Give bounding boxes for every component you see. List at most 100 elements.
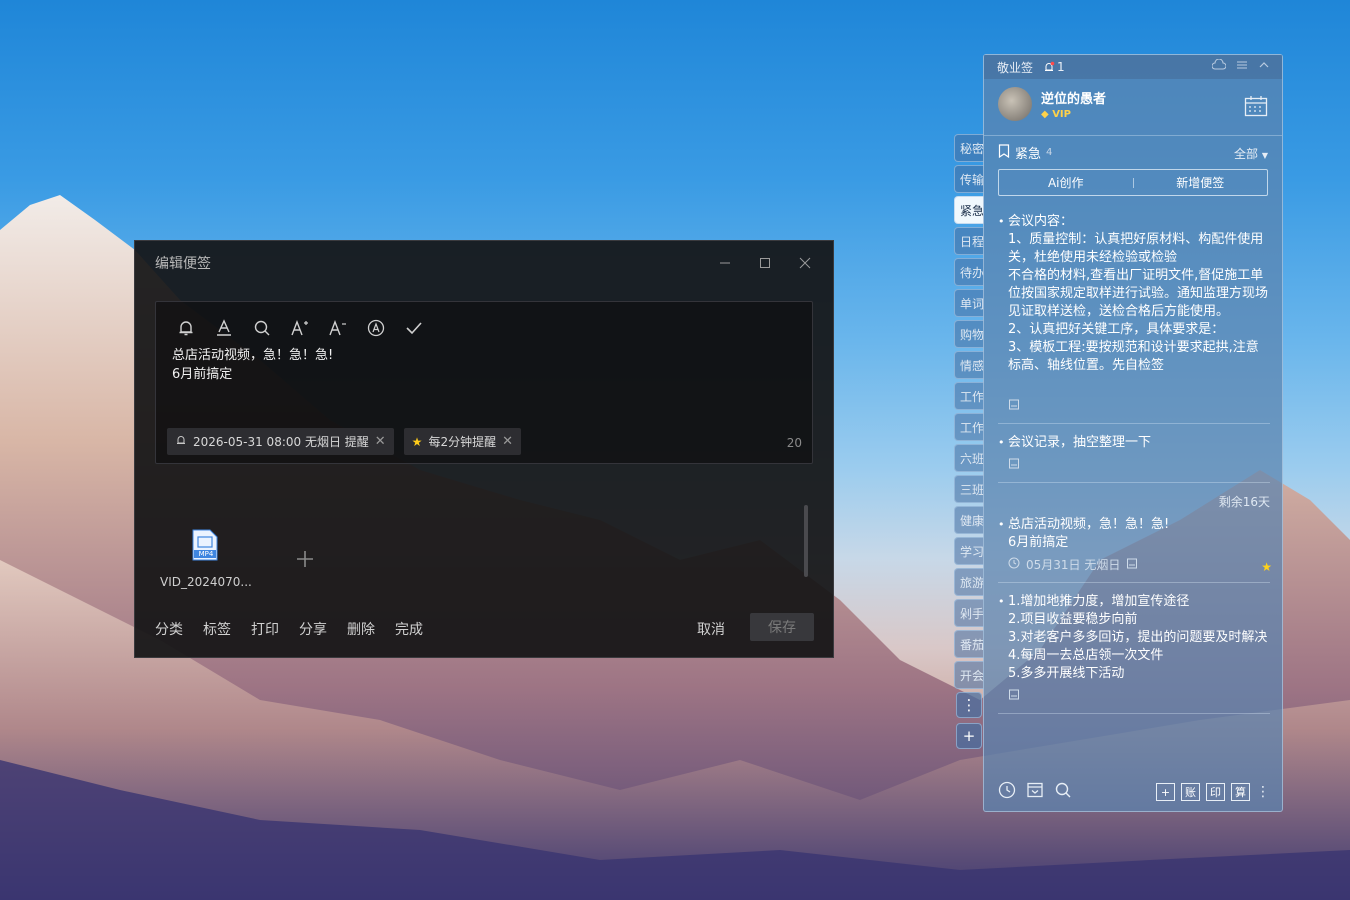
category-tab-health[interactable]: 健康 [954, 506, 984, 534]
list-item[interactable]: 会议记录，抽空整理一下 [998, 434, 1270, 474]
category-tab-tomato[interactable]: 番茄 [954, 630, 984, 658]
category-tab-transfer[interactable]: 传输 [954, 165, 984, 193]
list-item[interactable]: 会议内容： 1、质量控制：认真把好原材料、构配件使用关，杜绝使用未经检验或检验 … [998, 213, 1270, 415]
category-tab-shopping[interactable]: 购物 [954, 320, 984, 348]
category-tab-travel[interactable]: 旅游 [954, 568, 984, 596]
note-editor[interactable]: 总店活动视频，急！急！急! 6月前搞定 2026-05-31 08:00 无烟日… [155, 301, 813, 464]
divider [998, 713, 1270, 714]
ai-create-label: Ai创作 [1047, 176, 1084, 190]
note-body: 总店活动视频，急！急！急! 6月前搞定 [1008, 517, 1170, 550]
category-tab-todo[interactable]: 待办 [954, 258, 984, 286]
editor-actions: 分类 标签 打印 分享 删除 完成 [155, 619, 423, 639]
dialog-titlebar[interactable]: 编辑便签 [135, 241, 833, 285]
more-icon[interactable]: ⋮ [1256, 784, 1270, 800]
panel-titlebar[interactable]: 敬业签 1 [984, 55, 1282, 79]
account-button[interactable]: 账 [1181, 783, 1200, 801]
days-remaining: 剩余16天 [1218, 495, 1270, 509]
avatar[interactable] [998, 87, 1032, 121]
note-text[interactable]: 总店活动视频，急！急！急! 6月前搞定 [172, 346, 333, 384]
user-info[interactable]: 逆位的愚者 ◆ VIP [998, 87, 1106, 121]
maximize-icon[interactable] [745, 251, 785, 275]
repeat-chip[interactable]: ★ 每2分钟提醒 ✕ [403, 428, 521, 455]
add-attachment-icon[interactable] [295, 546, 315, 576]
calendar-icon[interactable] [1244, 95, 1268, 121]
category-tab-class-3[interactable]: 三班 [954, 475, 984, 503]
divider [998, 582, 1270, 583]
attachment-name: VID_2024070... [160, 575, 252, 589]
cancel-button[interactable]: 取消 [697, 619, 725, 639]
category-tab-secret[interactable]: 秘密 [954, 134, 984, 162]
category-count: 4 [1046, 147, 1053, 158]
list-item[interactable]: 总店活动视频，急！急！急! 6月前搞定 05月31日 无烟日 ★ [998, 516, 1272, 574]
category-tab-shopping-spree[interactable]: 剁手 [954, 599, 984, 627]
category-tab-schedule[interactable]: 日程 [954, 227, 984, 255]
remove-reminder-icon[interactable]: ✕ [375, 434, 386, 449]
vip-diamond-icon: ◆ [1041, 109, 1049, 120]
category-tab-work-1[interactable]: 工作 [954, 382, 984, 410]
print-button[interactable]: 打印 [251, 619, 279, 639]
category-tab-urgent[interactable]: 紧急 [954, 196, 984, 224]
ai-write-icon[interactable] [364, 316, 388, 340]
category-button[interactable]: 分类 [155, 619, 183, 639]
remove-repeat-icon[interactable]: ✕ [502, 434, 513, 449]
filter-dropdown[interactable]: 全部 ▼ [1234, 145, 1268, 162]
scrollbar[interactable] [804, 505, 808, 577]
bell-icon[interactable] [174, 316, 198, 340]
collapse-icon[interactable] [1258, 59, 1270, 74]
note-meta [1008, 687, 1270, 705]
font-size-increase-icon[interactable] [288, 316, 312, 340]
list-item[interactable]: 1.增加地推力度，增加宣传途径 2.项目收益要稳步向前 3.对老客户多多回访，提… [998, 593, 1270, 705]
note-line-1: 总店活动视频，急！急！急! [172, 348, 334, 363]
category-header: 紧急 4 [998, 143, 1052, 162]
note-meta [1008, 397, 1270, 415]
font-size-decrease-icon[interactable] [326, 316, 350, 340]
tag-button[interactable]: 标签 [203, 619, 231, 639]
reminder-chip[interactable]: 2026-05-31 08:00 无烟日 提醒 ✕ [167, 428, 394, 455]
category-tab-meeting[interactable]: 开会 [954, 661, 984, 689]
menu-icon[interactable] [1236, 59, 1248, 74]
notification-bell-icon[interactable] [1043, 61, 1055, 73]
calculator-button[interactable]: 算 [1231, 783, 1250, 801]
category-tab-work-2[interactable]: 工作 [954, 413, 984, 441]
attachment-video[interactable]: MP4 VID_2024070... [160, 529, 252, 589]
divider [984, 135, 1282, 136]
star-icon: ★ [1261, 560, 1272, 574]
note-body: 会议内容： 1、质量控制：认真把好原材料、构配件使用关，杜绝使用未经检验或检验 … [1008, 214, 1269, 373]
save-button[interactable]: 保存 [750, 613, 814, 641]
bookmark-icon [998, 143, 1010, 162]
complete-button[interactable]: 完成 [395, 619, 423, 639]
check-icon[interactable] [402, 316, 426, 340]
minimize-icon[interactable] [705, 251, 745, 275]
archive-icon[interactable] [1026, 781, 1044, 803]
note-line-2: 6月前搞定 [172, 367, 233, 382]
add-box-icon[interactable]: + [1156, 783, 1175, 801]
create-buttons: Ai创作 新增便签 [998, 169, 1268, 196]
category-tab-class-6[interactable]: 六班 [954, 444, 984, 472]
text-underline-icon[interactable] [212, 316, 236, 340]
category-tab-study[interactable]: 学习 [954, 537, 984, 565]
share-button[interactable]: 分享 [299, 619, 327, 639]
notes-list: 会议内容： 1、质量控制：认真把好原材料、构配件使用关，杜绝使用未经检验或检验 … [998, 213, 1272, 724]
delete-button[interactable]: 删除 [347, 619, 375, 639]
category-tab-words[interactable]: 单词 [954, 289, 984, 317]
more-categories-icon[interactable]: ⋮ [956, 692, 982, 718]
close-icon[interactable] [785, 251, 825, 275]
lock-icon [1126, 556, 1138, 574]
note-body: 1.增加地推力度，增加宣传途径 2.项目收益要稳步向前 3.对老客户多多回访，提… [1008, 594, 1268, 681]
search-icon[interactable] [250, 316, 274, 340]
char-count: 20 [786, 436, 802, 450]
notes-panel: 敬业签 1 逆位的愚者 ◆ VIP 紧急 4 全部 ▼ Ai创作 新增便签 • … [983, 54, 1283, 812]
add-category-icon[interactable]: + [956, 723, 982, 749]
user-name: 逆位的愚者 [1041, 92, 1107, 107]
cloud-sync-icon[interactable] [1211, 58, 1227, 74]
add-note-button[interactable]: 新增便签 [1134, 170, 1268, 195]
history-clock-icon[interactable] [998, 781, 1016, 803]
search-icon[interactable] [1054, 781, 1072, 803]
print-box-button[interactable]: 印 [1206, 783, 1225, 801]
file-type-label: MP4 [198, 550, 214, 558]
edit-note-dialog: 编辑便签 总店活动视频，急！急！急! 6月前搞定 2026-05-31 08:0… [134, 240, 834, 658]
divider [998, 423, 1270, 424]
ai-create-button[interactable]: Ai创作 [999, 170, 1133, 195]
reminder-text: 2026-05-31 08:00 无烟日 提醒 [193, 435, 369, 449]
category-tab-emotion[interactable]: 情感 [954, 351, 984, 379]
